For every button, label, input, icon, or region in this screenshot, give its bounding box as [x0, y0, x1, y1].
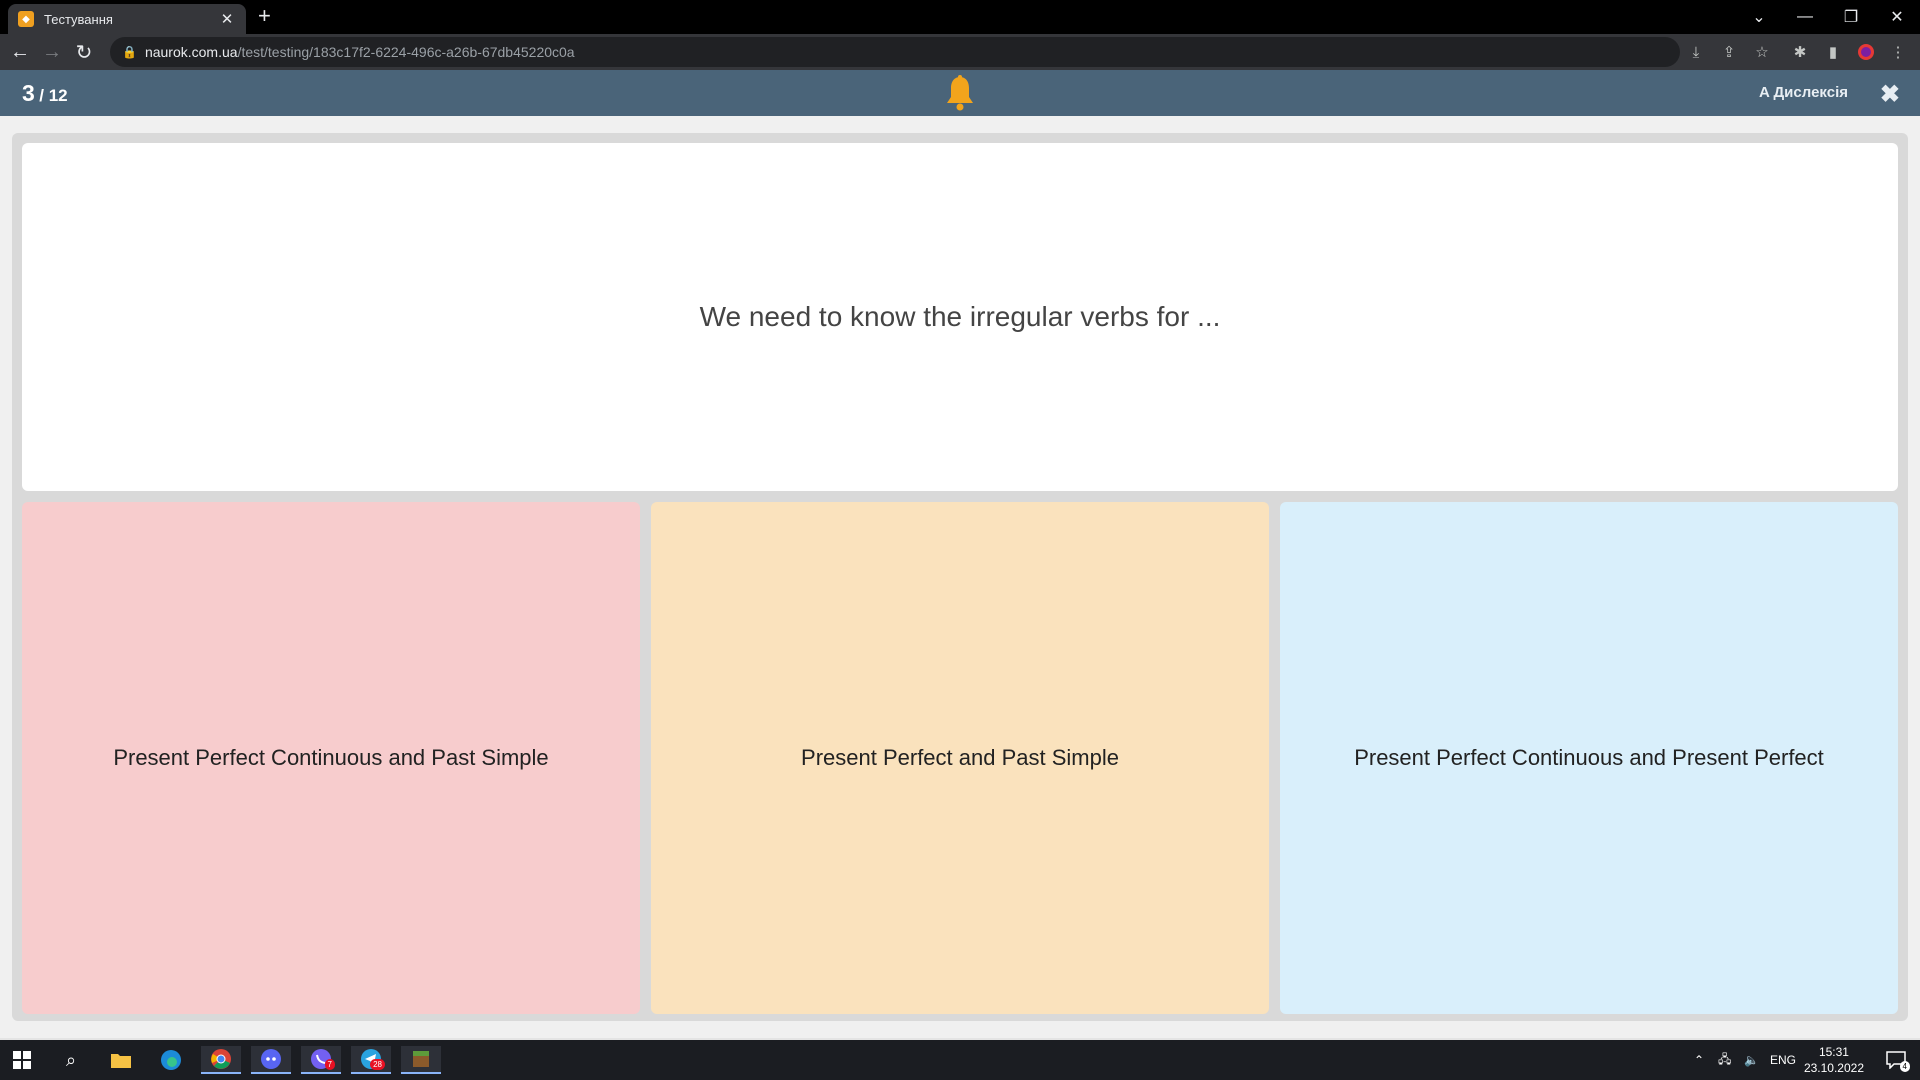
bookmark-star-icon[interactable]: ☆: [1752, 42, 1772, 62]
discord-icon[interactable]: [251, 1046, 291, 1074]
tab-search-icon[interactable]: ⌄: [1736, 0, 1782, 34]
dyslexia-toggle[interactable]: A Дислексія: [1759, 84, 1848, 101]
viber-icon[interactable]: 7: [301, 1046, 341, 1074]
extensions-icon[interactable]: ✱: [1790, 42, 1810, 62]
exit-test-icon[interactable]: ✖: [1880, 80, 1900, 109]
test-content: We need to know the irregular verbs for …: [0, 116, 1920, 1038]
start-icon[interactable]: [2, 1046, 42, 1074]
windows-taskbar: ⌕ 7 28 ⌃ 🖧 🔈 ENG 15:31 23.10.2022 4: [0, 1040, 1920, 1080]
tab-close-icon[interactable]: ✕: [218, 10, 236, 28]
answer-option-label: Present Perfect and Past Simple: [801, 745, 1119, 770]
question-text: We need to know the irregular verbs for …: [699, 301, 1221, 332]
install-icon[interactable]: ⤓: [1686, 42, 1706, 62]
question-card: We need to know the irregular verbs for …: [22, 143, 1898, 491]
volume-icon[interactable]: 🔈: [1744, 1040, 1759, 1080]
telegram-badge: 28: [370, 1059, 385, 1070]
answer-option-3[interactable]: Present Perfect Continuous and Present P…: [1280, 502, 1898, 1014]
new-tab-icon[interactable]: +: [258, 5, 271, 27]
naurok-favicon-icon: ◆: [18, 11, 34, 27]
search-icon[interactable]: ⌕: [51, 1046, 91, 1074]
answer-option-2[interactable]: Present Perfect and Past Simple: [651, 502, 1269, 1014]
question-panel: We need to know the irregular verbs for …: [12, 133, 1908, 1021]
system-clock[interactable]: 15:31 23.10.2022: [1804, 1044, 1864, 1076]
browser-tab[interactable]: ◆ Тестування ✕: [8, 4, 246, 34]
current-question-number: 3: [22, 80, 35, 106]
clock-time: 15:31: [1818, 1045, 1849, 1059]
telegram-icon[interactable]: 28: [351, 1046, 391, 1074]
tray-overflow-icon[interactable]: ⌃: [1694, 1040, 1704, 1080]
viber-badge: 7: [324, 1059, 335, 1070]
browser-toolbar: ← → ↻ 🔒 naurok.com.ua /test/testing/183c…: [0, 34, 1920, 70]
minimize-icon[interactable]: —: [1782, 0, 1828, 34]
file-explorer-icon[interactable]: [101, 1046, 141, 1074]
lock-icon[interactable]: 🔒: [122, 45, 137, 59]
answer-option-1[interactable]: Present Perfect Continuous and Past Simp…: [22, 502, 640, 1014]
restore-icon[interactable]: ❐: [1828, 0, 1874, 34]
forward-icon[interactable]: →: [40, 40, 64, 64]
share-icon[interactable]: ⇪: [1719, 42, 1739, 62]
browser-tabstrip: ◆ Тестування ✕ + ⌄ — ❐ ✕: [0, 0, 1920, 34]
chrome-icon[interactable]: [201, 1046, 241, 1074]
network-icon[interactable]: 🖧: [1718, 1040, 1731, 1080]
address-bar[interactable]: 🔒 naurok.com.ua /test/testing/183c17f2-6…: [110, 37, 1680, 67]
menu-kebab-icon[interactable]: ⋮: [1888, 42, 1908, 62]
reload-icon[interactable]: ↻: [72, 40, 96, 64]
minecraft-icon[interactable]: [401, 1046, 441, 1074]
edge-icon[interactable]: [151, 1046, 191, 1074]
back-icon[interactable]: ←: [8, 40, 32, 64]
answer-option-label: Present Perfect Continuous and Past Simp…: [113, 745, 549, 770]
url-path: /test/testing/183c17f2-6224-496c-a26b-67…: [237, 44, 575, 60]
clock-date: 23.10.2022: [1803, 1061, 1864, 1075]
window-close-icon[interactable]: ✕: [1874, 0, 1920, 34]
notifications-icon[interactable]: 4: [1876, 1046, 1916, 1074]
total-questions: / 12: [39, 86, 68, 105]
profile-avatar-icon[interactable]: [1856, 42, 1876, 62]
test-header: 3 / 12 A Дислексія ✖: [0, 70, 1920, 116]
question-counter: 3 / 12: [22, 80, 68, 107]
answer-option-label: Present Perfect Continuous and Present P…: [1354, 745, 1824, 770]
language-indicator[interactable]: ENG: [1770, 1040, 1796, 1080]
bell-icon: [945, 75, 975, 111]
side-panel-icon[interactable]: ▮: [1823, 42, 1843, 62]
tab-title: Тестування: [44, 11, 113, 27]
url-host: naurok.com.ua: [144, 44, 238, 60]
notifications-badge: 4: [1899, 1061, 1910, 1072]
